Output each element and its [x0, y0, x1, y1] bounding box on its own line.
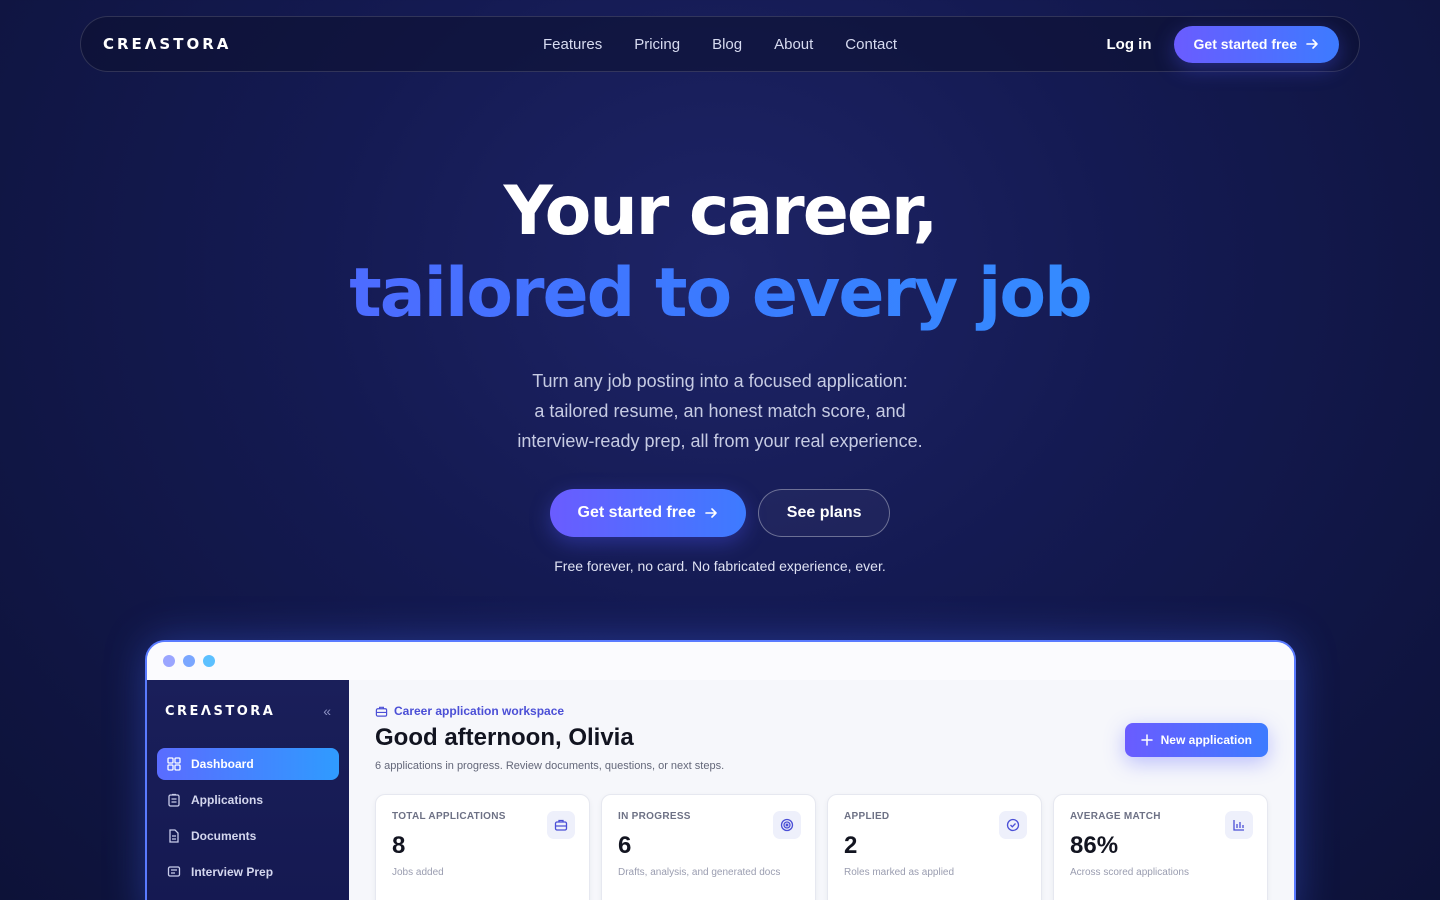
sidebar-item-label: Applications — [191, 793, 264, 807]
sidebar-item-label: Documents — [191, 829, 257, 843]
window-dot — [163, 655, 175, 667]
briefcase-icon — [375, 706, 388, 717]
app-preview-window: CREΛSTORA « Dashboard Applications Docum… — [145, 640, 1296, 900]
stat-card-value: 8 — [392, 832, 406, 859]
chat-icon — [167, 866, 181, 877]
hero-subtitle-line: Turn any job posting into a focused appl… — [532, 371, 908, 391]
plus-icon — [1140, 734, 1153, 746]
brand-logo[interactable]: CREΛSTORA — [103, 35, 231, 53]
hero-subtitle: Turn any job posting into a focused appl… — [0, 366, 1440, 456]
stat-card-note: Drafts, analysis, and generated docs — [618, 867, 781, 878]
sidebar-items: Dashboard Applications Documents Intervi… — [157, 748, 339, 888]
workspace-crumb: Career application workspace — [375, 704, 1268, 718]
nav-get-started-label: Get started free — [1193, 36, 1297, 52]
hero-get-started-button[interactable]: Get started free — [549, 489, 746, 537]
briefcase-icon — [547, 811, 575, 839]
new-application-label: New application — [1160, 733, 1252, 747]
target-icon — [773, 811, 801, 839]
login-link[interactable]: Log in — [1107, 36, 1152, 53]
stat-card-note: Jobs added — [392, 867, 444, 878]
stat-card-applied[interactable]: APPLIED 2 Roles marked as applied — [827, 794, 1042, 900]
nav-get-started-button[interactable]: Get started free — [1173, 25, 1339, 63]
stat-card-note: Roles marked as applied — [844, 867, 955, 878]
sidebar-item-label: Dashboard — [191, 757, 254, 771]
window-dot — [183, 655, 195, 667]
stat-card-value: 6 — [618, 832, 632, 859]
hero-get-started-label: Get started free — [577, 504, 696, 521]
stat-card-in-progress[interactable]: IN PROGRESS 6 Drafts, analysis, and gene… — [601, 794, 816, 900]
hero-subtitle-line: interview-ready prep, all from your real… — [517, 431, 923, 451]
clipboard-icon — [168, 793, 180, 807]
window-titlebar — [147, 642, 1294, 680]
stat-card-label: APPLIED — [844, 811, 890, 822]
hero-title-line1: Your career, — [503, 172, 939, 251]
sidebar-header: CREΛSTORA « — [157, 698, 339, 724]
stat-cards: TOTAL APPLICATIONS 8 Jobs added IN PROGR… — [375, 794, 1268, 900]
window-dot — [203, 655, 215, 667]
see-plans-button[interactable]: See plans — [757, 489, 891, 537]
stat-card-value: 86% — [1070, 832, 1119, 859]
nav-actions: Log in Get started free — [1107, 25, 1339, 63]
workspace-crumb-label: Career application workspace — [394, 704, 565, 718]
stat-card-note: Across scored applications — [1070, 867, 1189, 878]
top-nav: CREΛSTORA Features Pricing Blog About Co… — [80, 16, 1360, 72]
hero-fine-print: Free forever, no card. No fabricated exp… — [554, 558, 886, 574]
sidebar-item-documents[interactable]: Documents — [157, 820, 339, 852]
stat-card-value: 2 — [844, 832, 858, 859]
hero-cta-row: Get started free See plans — [0, 489, 1440, 537]
hero-title-line2: tailored to every job — [0, 254, 1440, 333]
sidebar-item-applications[interactable]: Applications — [157, 784, 339, 816]
nav-link-blog[interactable]: Blog — [712, 36, 742, 53]
arrow-right-icon — [1306, 39, 1318, 49]
nav-link-contact[interactable]: Contact — [845, 36, 897, 53]
app-sidebar: CREΛSTORA « Dashboard Applications Docum… — [147, 680, 349, 900]
sidebar-logo[interactable]: CREΛSTORA — [165, 704, 275, 719]
app-body: CREΛSTORA « Dashboard Applications Docum… — [147, 680, 1294, 900]
grid-icon — [167, 757, 181, 771]
sidebar-item-dashboard[interactable]: Dashboard — [157, 748, 339, 780]
hero-subtitle-line: a tailored resume, an honest match score… — [534, 401, 906, 421]
stat-card-average-match[interactable]: AVERAGE MATCH 86% Across scored applicat… — [1053, 794, 1268, 900]
nav-links: Features Pricing Blog About Contact — [543, 36, 897, 53]
new-application-button[interactable]: New application — [1124, 723, 1268, 757]
dashboard-main: Career application workspace Good aftern… — [349, 680, 1294, 900]
sidebar-item-label: Interview Prep — [191, 865, 274, 879]
stat-card-label: IN PROGRESS — [618, 811, 691, 822]
stat-card-total[interactable]: TOTAL APPLICATIONS 8 Jobs added — [375, 794, 590, 900]
stat-card-label: AVERAGE MATCH — [1070, 811, 1161, 822]
stat-card-label: TOTAL APPLICATIONS — [392, 811, 506, 822]
arrow-right-icon — [704, 508, 717, 518]
collapse-sidebar-icon[interactable]: « — [323, 703, 331, 719]
nav-link-pricing[interactable]: Pricing — [634, 36, 680, 53]
nav-link-about[interactable]: About — [774, 36, 813, 53]
nav-link-features[interactable]: Features — [543, 36, 602, 53]
check-circle-icon — [999, 811, 1027, 839]
document-icon — [169, 829, 179, 843]
sidebar-item-interview-prep[interactable]: Interview Prep — [157, 856, 339, 888]
greeting-subtitle: 6 applications in progress. Review docum… — [375, 760, 725, 772]
bar-chart-icon — [1225, 811, 1253, 839]
